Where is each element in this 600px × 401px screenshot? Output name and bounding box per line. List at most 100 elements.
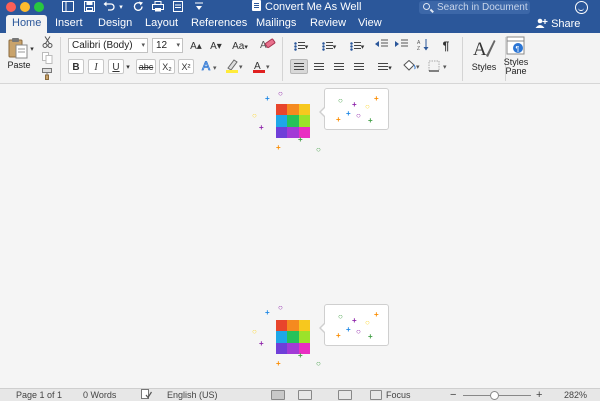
- justify-button[interactable]: [350, 59, 368, 74]
- multilevel-list-button[interactable]: ▾: [344, 38, 370, 53]
- word-count[interactable]: 0 Words: [83, 389, 116, 401]
- highlight-button[interactable]: ▾: [224, 58, 246, 73]
- bullets-button[interactable]: ▾: [288, 38, 314, 53]
- inline-image-1[interactable]: ○ + ○ + + + ○ ○ + ○ + + ○ + +: [250, 88, 395, 156]
- styles-pane-button[interactable]: ¶: [505, 35, 527, 57]
- decrease-indent-icon[interactable]: [372, 38, 390, 53]
- sparkle-icon: ○: [316, 145, 321, 154]
- sort-icon[interactable]: AZ: [414, 38, 432, 53]
- align-left-button[interactable]: [290, 59, 308, 74]
- underline-button[interactable]: U: [108, 59, 124, 74]
- tab-review[interactable]: Review: [304, 15, 352, 33]
- tab-insert[interactable]: Insert: [49, 15, 89, 33]
- paint-bucket-icon: ▾: [403, 59, 420, 71]
- tab-references[interactable]: References: [185, 15, 253, 33]
- cut-icon[interactable]: [40, 35, 55, 50]
- shrink-font-button[interactable]: A▾: [207, 38, 225, 53]
- paste-options-dropdown[interactable]: ▾: [28, 41, 36, 56]
- customize-toolbar-icon[interactable]: [192, 1, 206, 14]
- inline-image-2[interactable]: ○ + ○ + + + ○ ○ + ○ + + ○ + +: [250, 302, 395, 370]
- sparkle-icon: ○: [278, 303, 283, 312]
- tab-mailings[interactable]: Mailings: [250, 15, 302, 33]
- svg-text:▾: ▾: [266, 64, 270, 71]
- strikethrough-button[interactable]: abc: [136, 59, 156, 74]
- chevron-down-icon: ▾: [176, 42, 180, 49]
- paste-label: Paste: [7, 60, 31, 70]
- svg-text:A: A: [473, 39, 487, 60]
- align-center-button[interactable]: [310, 59, 328, 74]
- close-window-button[interactable]: [6, 2, 16, 12]
- subscript-button[interactable]: X₂: [159, 59, 175, 74]
- sparkle-icon: +: [298, 351, 303, 360]
- chevron-down-icon: ▾: [244, 44, 248, 51]
- home-ribbon: ▾ Paste Calibri (Body) ▾ 12 ▾ A▴ A▾ Aa▾ A …: [0, 33, 600, 84]
- format-painter-icon[interactable]: [40, 67, 55, 82]
- text-effects-button[interactable]: A ▾: [200, 58, 220, 74]
- zoom-in-button[interactable]: +: [536, 389, 542, 401]
- feedback-smiley-icon[interactable]: [575, 1, 588, 14]
- page-count[interactable]: Page 1 of 1: [16, 389, 62, 401]
- speech-bubble-1: [319, 88, 389, 130]
- align-right-icon: [334, 63, 344, 72]
- minimize-window-button[interactable]: [20, 2, 30, 12]
- copy-icon[interactable]: [40, 51, 55, 66]
- shading-button[interactable]: ▾: [400, 59, 424, 74]
- tab-view[interactable]: View: [352, 15, 388, 33]
- clear-formatting-icon[interactable]: A: [258, 37, 278, 52]
- ribbon-separator: [282, 37, 283, 81]
- font-color-button[interactable]: A ▾: [251, 58, 273, 73]
- proofing-icon[interactable]: [141, 389, 153, 401]
- grow-font-button[interactable]: A▴: [187, 38, 205, 53]
- superscript-button[interactable]: X²: [178, 59, 194, 74]
- color-grid-2: [276, 320, 310, 354]
- borders-icon: ▾: [428, 60, 447, 72]
- print-icon[interactable]: [151, 1, 165, 14]
- align-right-button[interactable]: [330, 59, 348, 74]
- redo-icon[interactable]: [131, 1, 145, 14]
- search-input[interactable]: Search in Document: [419, 1, 530, 14]
- maximize-window-button[interactable]: [34, 2, 44, 12]
- change-case-button[interactable]: Aa▾: [229, 38, 251, 53]
- line-spacing-button[interactable]: ▾: [372, 59, 398, 74]
- print-layout-view-button[interactable]: [271, 390, 285, 400]
- focus-button[interactable]: Focus: [386, 389, 411, 401]
- italic-button[interactable]: I: [88, 59, 104, 74]
- underline-dropdown[interactable]: ▾: [124, 59, 132, 74]
- zoom-level[interactable]: 282%: [564, 389, 587, 401]
- document-canvas[interactable]: ○ + ○ + + + ○ ○ + ○ + + ○ + + ○ + ○ + + …: [0, 84, 600, 388]
- undo-dropdown-icon[interactable]: ▾: [117, 1, 125, 14]
- grid-cell: [287, 342, 299, 354]
- focus-mode-icon[interactable]: [370, 390, 382, 400]
- search-icon: [423, 3, 430, 10]
- language-indicator[interactable]: English (US): [167, 389, 218, 401]
- show-formatting-marks-icon[interactable]: ¶: [437, 38, 455, 53]
- sparkle-icon: +: [259, 123, 264, 132]
- styles-gallery-button[interactable]: A: [469, 35, 499, 63]
- tab-home[interactable]: Home: [6, 15, 48, 33]
- grid-cell: [287, 320, 299, 332]
- share-button[interactable]: Share: [535, 16, 580, 32]
- read-mode-view-button[interactable]: [338, 390, 352, 400]
- numbering-button[interactable]: ▾: [316, 38, 342, 53]
- increase-indent-icon[interactable]: [392, 38, 410, 53]
- grid-cell: [276, 126, 288, 138]
- document-icon[interactable]: [171, 1, 185, 14]
- paste-button[interactable]: [8, 37, 28, 59]
- font-name-dropdown[interactable]: Calibri (Body) ▾: [68, 38, 148, 53]
- bold-button[interactable]: B: [68, 59, 84, 74]
- zoom-slider-thumb[interactable]: [489, 391, 499, 400]
- tab-layout[interactable]: Layout: [139, 15, 184, 33]
- save-icon[interactable]: [82, 1, 96, 14]
- tab-design[interactable]: Design: [92, 15, 138, 33]
- sparkle-icon: ○: [338, 312, 343, 321]
- sparkle-icon: ○: [316, 359, 321, 368]
- font-size-dropdown[interactable]: 12 ▾: [152, 38, 183, 53]
- undo-icon[interactable]: [102, 1, 116, 14]
- add-person-icon: [535, 18, 548, 28]
- chevron-down-icon: ▾: [304, 44, 309, 51]
- web-layout-view-button[interactable]: [298, 390, 312, 400]
- sparkle-icon: ○: [252, 111, 257, 120]
- zoom-out-button[interactable]: −: [450, 389, 456, 401]
- borders-button[interactable]: ▾: [426, 59, 452, 74]
- sidebar-toggle-icon[interactable]: [61, 1, 75, 14]
